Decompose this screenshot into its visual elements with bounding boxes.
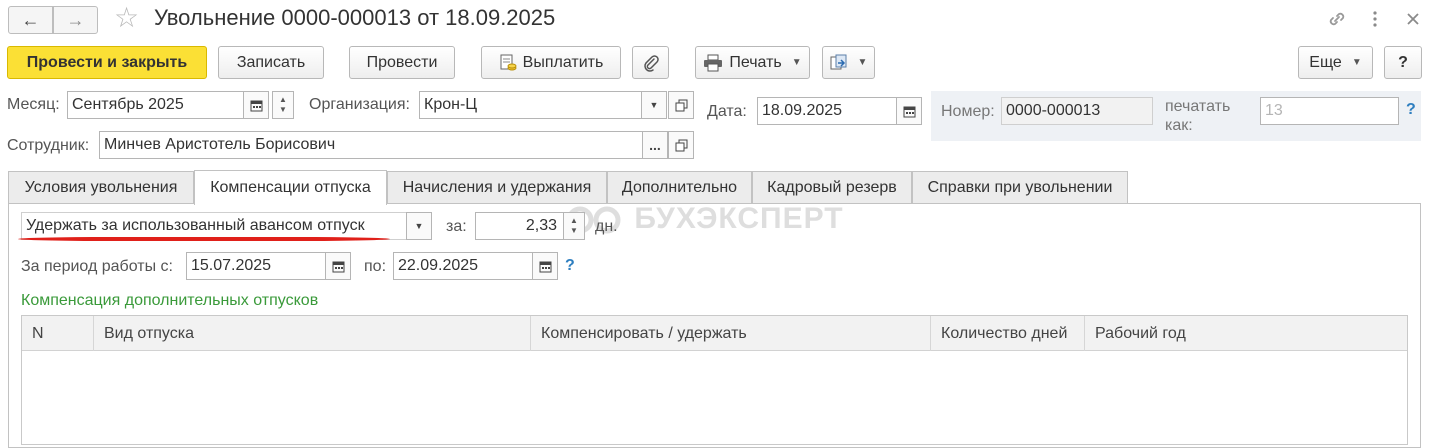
number-label: Номер: — [941, 103, 995, 120]
calendar-icon — [539, 261, 551, 272]
print-label: Печать — [729, 53, 782, 71]
watermark-text: БУХЭКСПЕРТ — [634, 202, 844, 235]
days-spinner[interactable]: ▲ ▼ — [563, 212, 585, 240]
number-field[interactable]: 0000-000013 — [1001, 97, 1153, 125]
month-spinner[interactable]: ▲ ▼ — [272, 91, 294, 119]
period-help-icon[interactable]: ? — [565, 257, 575, 275]
column-header-days-count[interactable]: Количество дней — [931, 316, 1085, 351]
organization-label: Организация: — [309, 96, 410, 113]
calendar-button[interactable] — [243, 91, 269, 119]
month-field[interactable]: Сентябрь 2025 — [67, 91, 244, 119]
save-button[interactable]: Записать — [218, 46, 324, 79]
employee-open-button[interactable] — [668, 131, 694, 159]
more-vertical-icon[interactable] — [1372, 10, 1378, 28]
print-as-field[interactable]: 13 — [1260, 97, 1399, 125]
more-label: Еще — [1309, 53, 1342, 71]
date-label: Дата: — [707, 103, 747, 120]
column-header-work-year[interactable]: Рабочий год — [1085, 316, 1407, 351]
chevron-down-icon: ▼ — [649, 100, 659, 110]
star-icon[interactable]: ☆ — [114, 4, 139, 32]
period-from-field[interactable]: 15.07.2025 — [186, 252, 326, 280]
month-label: Месяц: — [7, 96, 60, 113]
spin-up-icon[interactable]: ▲ — [570, 216, 578, 226]
post-button[interactable]: Провести — [349, 46, 455, 79]
tab-personnel-reserve[interactable]: Кадровый резерв — [752, 171, 912, 204]
calendar-icon — [250, 100, 262, 111]
link-icon[interactable] — [1327, 9, 1347, 29]
window-title: Увольнение 0000-000013 от 18.09.2025 — [154, 5, 556, 30]
pay-label: Выплатить — [522, 53, 604, 71]
section-title: Компенсация дополнительных отпусков — [21, 292, 319, 309]
tab-dismissal-certificates[interactable]: Справки при увольнении — [912, 171, 1128, 204]
create-based-on-button[interactable]: ▼ — [822, 46, 875, 79]
period-from-calendar-button[interactable] — [325, 252, 351, 280]
chevron-down-icon: ▼ — [791, 57, 802, 68]
create-document-icon — [830, 54, 847, 69]
help-icon[interactable]: ? — [1406, 101, 1416, 119]
help-button[interactable]: ? — [1384, 46, 1422, 79]
print-as-label-line1: печатать — [1165, 98, 1231, 115]
tab-vacation-compensation[interactable]: Компенсации отпуска — [194, 170, 387, 205]
employee-field[interactable]: Минчев Аристотель Борисович — [99, 131, 643, 159]
post-and-close-label: Провести и закрыть — [26, 53, 188, 71]
tab-accruals-deductions[interactable]: Начисления и удержания — [387, 171, 607, 204]
document-coins-icon — [500, 54, 517, 70]
pay-button[interactable]: Выплатить — [481, 46, 621, 79]
organization-field[interactable]: Крон-Ц — [419, 91, 642, 119]
additional-vacations-table[interactable]: N Вид отпуска Компенсировать / удержать … — [21, 315, 1408, 445]
period-from-label: За период работы с: — [21, 258, 173, 275]
back-button[interactable]: ← — [8, 6, 53, 34]
print-as-label: печатать как: — [1165, 97, 1230, 135]
for-label: за: — [446, 218, 467, 235]
calendar-icon — [903, 106, 915, 117]
forward-button[interactable]: → — [53, 6, 98, 34]
date-field[interactable]: 18.09.2025 — [757, 97, 897, 125]
printer-icon — [704, 54, 723, 71]
paperclip-icon — [643, 54, 659, 72]
print-button[interactable]: Печать ▼ — [695, 46, 810, 79]
spin-up-icon[interactable]: ▲ — [279, 95, 287, 105]
employee-label: Сотрудник: — [7, 137, 90, 154]
help-label: ? — [1398, 53, 1408, 71]
period-to-calendar-button[interactable] — [532, 252, 558, 280]
days-unit-label: дн. — [595, 218, 618, 235]
column-header-compensate-withhold[interactable]: Компенсировать / удержать — [531, 316, 931, 351]
print-as-label-line2: как: — [1165, 117, 1193, 134]
tab-additional[interactable]: Дополнительно — [607, 171, 752, 204]
table-header: N Вид отпуска Компенсировать / удержать … — [22, 316, 1407, 351]
post-label: Провести — [366, 53, 438, 71]
compensation-mode-field[interactable]: Удержать за использованный авансом отпус… — [21, 212, 407, 240]
close-icon[interactable] — [1406, 12, 1420, 26]
calendar-icon — [332, 261, 344, 272]
open-form-icon — [675, 139, 687, 151]
days-field[interactable]: 2,33 — [475, 212, 564, 240]
chevron-down-icon: ▼ — [414, 221, 424, 231]
employee-select-button[interactable]: ... — [642, 131, 668, 159]
post-and-close-button[interactable]: Провести и закрыть — [7, 46, 207, 79]
column-header-n[interactable]: N — [22, 316, 94, 351]
organization-open-button[interactable] — [668, 91, 694, 119]
save-label: Записать — [236, 53, 306, 71]
date-calendar-button[interactable] — [896, 97, 922, 125]
red-underline — [18, 237, 390, 241]
period-to-field[interactable]: 22.09.2025 — [393, 252, 533, 280]
more-button[interactable]: Еще ▼ — [1298, 46, 1373, 79]
period-to-label: по: — [364, 258, 387, 275]
arrow-right-icon: → — [66, 9, 85, 30]
spin-down-icon[interactable]: ▼ — [279, 105, 287, 115]
chevron-down-icon: ▼ — [857, 57, 868, 68]
organization-dropdown-button[interactable]: ▼ — [641, 91, 667, 119]
arrow-left-icon: ← — [21, 9, 40, 30]
tab-dismissal-conditions[interactable]: Условия увольнения — [8, 171, 194, 204]
chevron-down-icon: ▼ — [1351, 57, 1362, 68]
column-header-vacation-type[interactable]: Вид отпуска — [94, 316, 531, 351]
spin-down-icon[interactable]: ▼ — [570, 226, 578, 236]
attachment-button[interactable] — [632, 46, 669, 79]
open-form-icon — [675, 99, 687, 111]
compensation-mode-dropdown[interactable]: ▼ — [406, 212, 432, 240]
